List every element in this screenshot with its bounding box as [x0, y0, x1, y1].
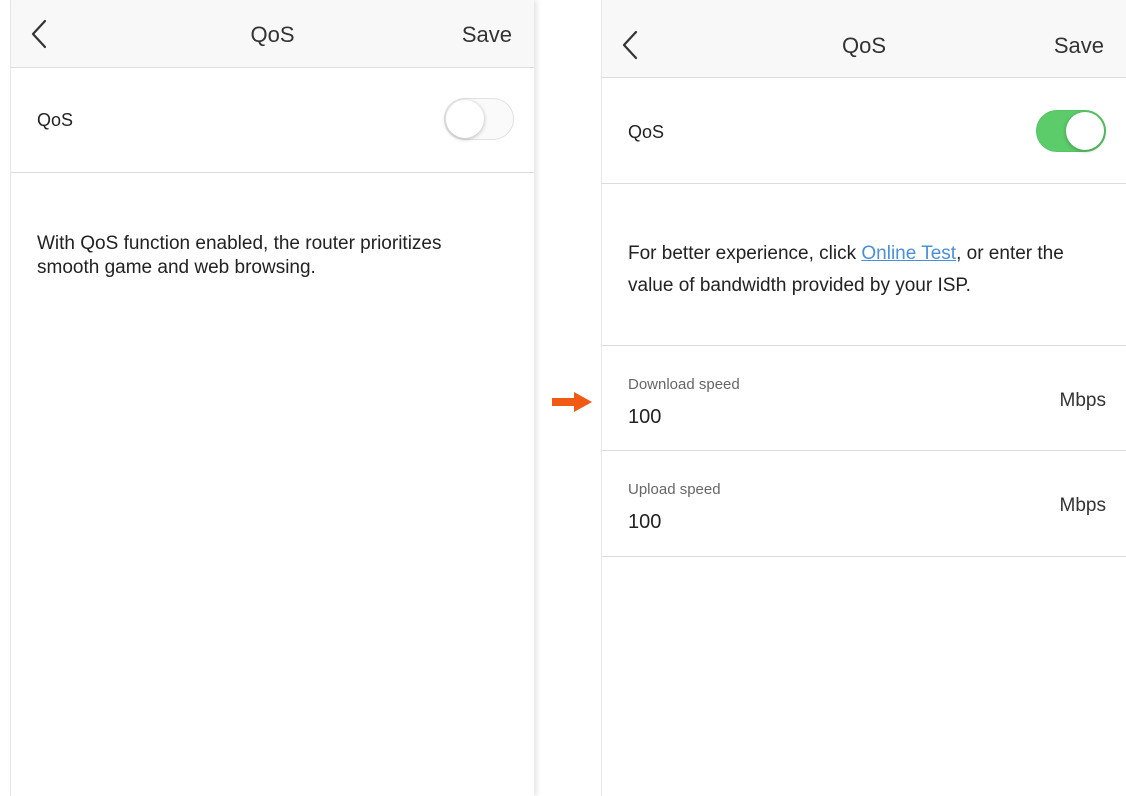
upload-speed-unit: Mbps: [1059, 495, 1106, 516]
qos-row: QoS: [602, 78, 1126, 184]
nav-bar: QoS Save: [602, 0, 1126, 78]
qos-toggle[interactable]: [444, 98, 514, 140]
right-screen: QoS Save QoS For better experience, clic…: [601, 0, 1126, 796]
toggle-knob: [446, 100, 484, 138]
upload-speed-label: Upload speed: [628, 481, 721, 498]
download-speed-label: Download speed: [628, 376, 740, 393]
upload-speed-input[interactable]: 100: [628, 511, 661, 534]
qos-row: QoS: [11, 68, 534, 173]
left-screen: QoS Save QoS With QoS function enabled, …: [10, 0, 534, 796]
download-speed-unit: Mbps: [1059, 390, 1106, 411]
toggle-knob: [1066, 112, 1104, 150]
download-speed-input[interactable]: 100: [628, 406, 661, 429]
page-title: QoS: [250, 22, 295, 47]
save-button[interactable]: Save: [1054, 33, 1104, 59]
qos-description: With QoS function enabled, the router pr…: [37, 233, 442, 278]
upload-speed-row: Upload speed 100 Mbps: [602, 451, 1126, 557]
qos-toggle[interactable]: [1036, 110, 1106, 152]
qos-label: QoS: [628, 122, 665, 142]
page-title: QoS: [841, 33, 887, 58]
online-test-link[interactable]: Online Test: [861, 243, 956, 264]
nav-bar: QoS Save: [11, 0, 534, 68]
description-prefix: For better experience, click: [628, 243, 862, 264]
download-speed-row: Download speed 100 Mbps: [602, 345, 1126, 451]
arrow-right-icon: [552, 392, 592, 412]
save-button[interactable]: Save: [462, 22, 512, 48]
bandwidth-description: For better experience, click Online Test…: [628, 238, 1106, 302]
qos-label: QoS: [37, 110, 74, 130]
